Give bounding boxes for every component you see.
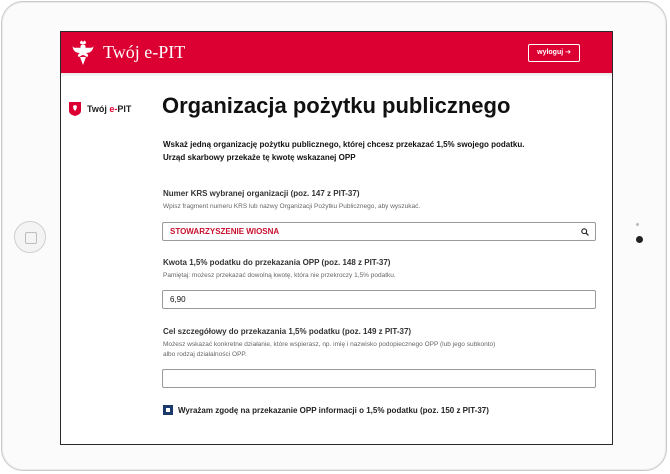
purpose-input[interactable] bbox=[162, 369, 596, 388]
logo-text-prefix: Twój bbox=[87, 104, 110, 114]
home-button[interactable] bbox=[14, 221, 46, 253]
consent-checkbox[interactable] bbox=[163, 405, 173, 415]
krs-label: Numer KRS wybranej organizacji (poz. 147… bbox=[163, 189, 360, 198]
header-shadow bbox=[61, 73, 612, 77]
intro-line-2: Urząd skarbowy przekaże tę kwotę wskazan… bbox=[163, 153, 356, 162]
logo-text-suffix: PIT bbox=[117, 104, 132, 114]
krs-hint: Wpisz fragment numeru KRS lub nazwy Orga… bbox=[163, 203, 421, 210]
sidebar-logo[interactable]: Twój e-PIT bbox=[69, 101, 131, 117]
page-intro: Wskaż jedną organizację pożytku publiczn… bbox=[163, 138, 593, 164]
shield-emblem-icon bbox=[69, 102, 81, 116]
page-title: Organizacja pożytku publicznego bbox=[162, 93, 511, 118]
logout-button[interactable]: wyloguj ➔ bbox=[528, 44, 580, 62]
search-icon[interactable] bbox=[581, 228, 589, 236]
brand-title[interactable]: Twój e-PIT bbox=[103, 42, 185, 62]
amount-input[interactable]: 6,90 bbox=[162, 290, 596, 309]
amount-label: Kwota 1,5% podatku do przekazania OPP (p… bbox=[163, 258, 391, 267]
amount-hint: Pamiętaj: możesz przekazać dowolną kwotę… bbox=[163, 272, 396, 279]
krs-search-value: STOWARZYSZENIE WIOSNA bbox=[170, 227, 280, 236]
tablet-frame: Twój e-PIT wyloguj ➔ Twój e-PIT Organiza… bbox=[1, 1, 667, 471]
purpose-hint-line-2: albo rodzaj działalności OPP. bbox=[163, 351, 247, 358]
consent-label[interactable]: Wyrażam zgodę na przekazanie OPP informa… bbox=[178, 406, 489, 415]
purpose-hint: Możesz wskazać konkretne działanie, któr… bbox=[163, 340, 495, 360]
camera-dot bbox=[636, 236, 643, 243]
consent-row[interactable]: Wyrażam zgodę na przekazanie OPP informa… bbox=[163, 405, 489, 415]
sidebar-logo-text: Twój e-PIT bbox=[87, 104, 131, 114]
purpose-label: Cel szczegółowy do przekazania 1,5% poda… bbox=[163, 327, 412, 336]
sensor-dot bbox=[636, 223, 639, 226]
top-bar: Twój e-PIT wyloguj ➔ bbox=[61, 32, 612, 73]
app-screen: Twój e-PIT wyloguj ➔ Twój e-PIT Organiza… bbox=[60, 31, 613, 445]
eagle-emblem-icon bbox=[72, 40, 94, 65]
purpose-hint-line-1: Możesz wskazać konkretne działanie, któr… bbox=[163, 341, 496, 348]
intro-line-1: Wskaż jedną organizację pożytku publiczn… bbox=[163, 140, 525, 149]
krs-search-input[interactable]: STOWARZYSZENIE WIOSNA bbox=[162, 222, 596, 241]
